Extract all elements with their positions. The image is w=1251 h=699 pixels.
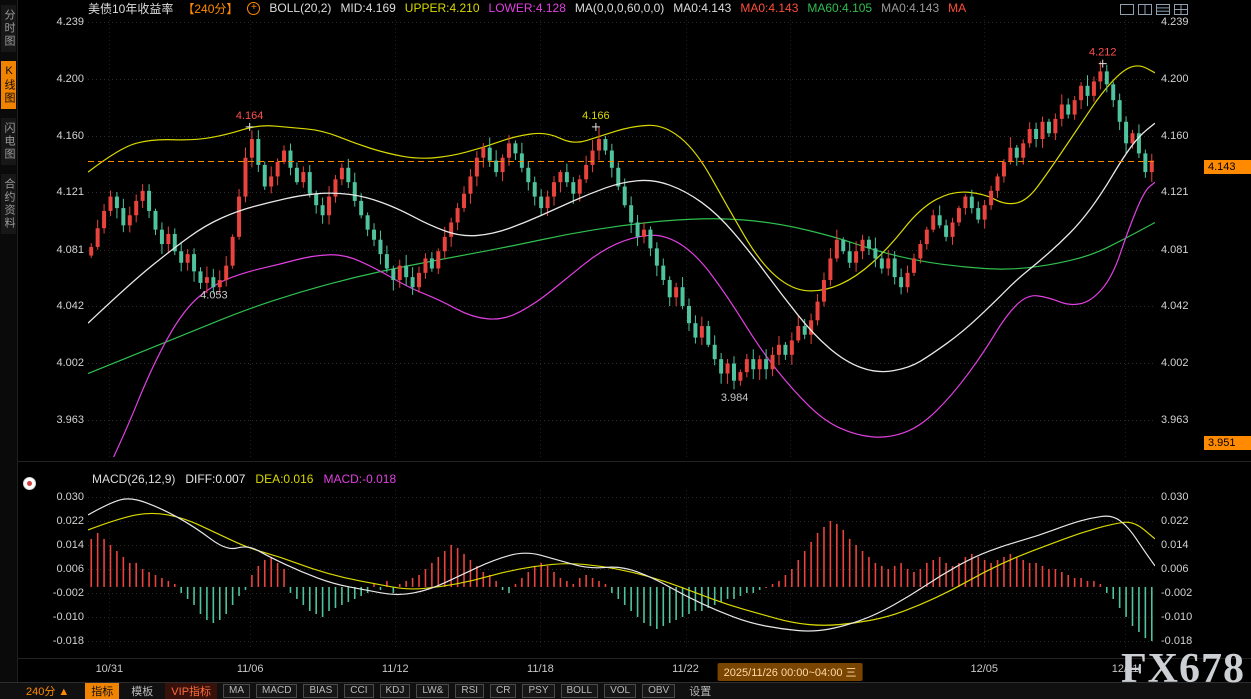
indicator-button-cr[interactable]: CR	[490, 684, 516, 698]
period-selector[interactable]: 240分 ▲	[26, 683, 69, 699]
ma60-value: MA60:4.105	[807, 1, 872, 15]
tab-vip-indicator[interactable]: VIP指标	[165, 683, 217, 699]
layout-three-row-icon[interactable]	[1156, 2, 1170, 20]
macd-tick-label: -0.002	[30, 587, 84, 599]
macd-tick-label: -0.010	[30, 611, 84, 623]
price-tick-label: 4.239	[30, 16, 84, 28]
price-tick-label: 4.160	[1161, 130, 1189, 142]
layout-single-icon[interactable]	[1120, 2, 1134, 20]
boll-upper-value: UPPER:4.210	[405, 1, 480, 15]
price-tick-label: 4.042	[1161, 300, 1189, 312]
x-axis-label: 11/06	[237, 663, 264, 675]
macd-tick-label: 0.006	[30, 563, 84, 575]
sidebar-item-3[interactable]: 闪电图	[1, 118, 16, 165]
macd-tick-label: -0.002	[1161, 587, 1192, 599]
macd-tick-label: -0.010	[1161, 611, 1192, 623]
price-badge: 3.951	[1204, 436, 1251, 450]
price-tick-label: 3.963	[30, 414, 84, 426]
price-tick-label: 4.081	[1161, 244, 1189, 256]
add-indicator-icon[interactable]: +	[247, 2, 260, 15]
price-tick-label: 4.042	[30, 300, 84, 312]
macd-tick-label: 0.030	[1161, 491, 1189, 503]
axis-divider	[0, 658, 1251, 659]
indicator-button-cci[interactable]: CCI	[344, 684, 373, 698]
panel-divider	[0, 461, 1251, 462]
top-legend-bar: 美债10年收益率【240分】 + BOLL(20,2) MID:4.169 UPPER:…	[88, 0, 966, 16]
indicator-button-boll[interactable]: BOLL	[561, 684, 599, 698]
sidebar-item-1[interactable]: 分时图	[1, 5, 16, 52]
indicator-button-vol[interactable]: VOL	[604, 684, 636, 698]
indicator-button-kdj[interactable]: KDJ	[380, 684, 411, 698]
macd-tick-label: 0.022	[1161, 515, 1189, 527]
boll-lower-value: LOWER:4.128	[489, 1, 566, 15]
price-chart-canvas[interactable]	[88, 16, 1155, 457]
price-tick-label: 4.002	[1161, 357, 1189, 369]
macd-legend: MACD(26,12,9) DIFF:0.007 DEA:0.016 MACD:-0.…	[92, 472, 396, 486]
price-tick-label: 4.121	[30, 186, 84, 198]
macd-tick-label: -0.018	[30, 635, 84, 647]
boll-params: BOLL(20,2)	[269, 1, 331, 15]
symbol-title: 美债10年收益率	[88, 0, 173, 17]
tab-template[interactable]: 模板	[125, 683, 159, 699]
macd-tick-label: 0.006	[1161, 563, 1189, 575]
ma-params: MA(0,0,0,60,0,0)	[575, 1, 664, 15]
sidebar-item-4[interactable]: 合约资料	[1, 174, 16, 234]
macd-tick-label: 0.014	[1161, 539, 1189, 551]
bottom-toolbar: 240分 ▲ 指标模板 VIP指标 MA MACD BIAS CCI KDJ LW&RSI CR P…	[0, 682, 1251, 699]
macd-params: MACD(26,12,9)	[92, 472, 175, 486]
indicator-button-ma[interactable]: MA	[223, 684, 250, 698]
chart-app: 分时图 K线图闪电图合约资料 美债10年收益率【240分】 + BOLL(20,2) M…	[0, 0, 1251, 699]
ma0-value-1: MA0:4.143	[673, 1, 731, 15]
price-tick-label: 4.200	[1161, 73, 1189, 85]
period-label: 【240分】	[182, 0, 238, 17]
tab-indicator[interactable]: 指标	[85, 683, 119, 699]
indicator-button-bias[interactable]: BIAS	[303, 684, 338, 698]
indicator-button-lw[interactable]: LW&	[416, 684, 449, 698]
settings-button[interactable]: 设置	[689, 683, 711, 699]
x-axis-label: 11/12	[382, 663, 409, 675]
indicator-button-rsi[interactable]: RSI	[455, 684, 484, 698]
price-tick-label: 4.160	[30, 130, 84, 142]
x-axis-label: 11/22	[672, 663, 699, 675]
macd-tick-label: 0.022	[30, 515, 84, 527]
macd-hist-value: MACD:-0.018	[323, 472, 396, 486]
ma0-value-3: MA0:4.143	[881, 1, 939, 15]
sidebar-item-2[interactable]: K线图	[1, 61, 16, 109]
crosshair-marker-icon[interactable]	[23, 477, 36, 490]
left-sidebar: 分时图 K线图闪电图合约资料	[0, 0, 18, 699]
x-axis-label: 11/18	[527, 663, 554, 675]
boll-mid-value: MID:4.169	[340, 1, 395, 15]
macd-dea-value: DEA:0.016	[255, 472, 313, 486]
macd-tick-label: 0.030	[30, 491, 84, 503]
x-axis-label: 12/05	[971, 663, 999, 675]
watermark: FX678	[1121, 645, 1245, 693]
crosshair-date-label: 2025/11/26 00:00~04:00 三	[718, 663, 863, 681]
x-axis-label: 10/31	[96, 663, 124, 675]
indicator-button-macd[interactable]: MACD	[256, 684, 297, 698]
price-tick-label: 4.081	[30, 244, 84, 256]
indicator-button-obv[interactable]: OBV	[642, 684, 675, 698]
price-tick-label: 3.963	[1161, 414, 1189, 426]
ma0-value-2: MA0:4.143	[740, 1, 798, 15]
price-tick-label: 4.002	[30, 357, 84, 369]
indicator-button-psy[interactable]: PSY	[522, 684, 554, 698]
macd-diff-value: DIFF:0.007	[185, 472, 245, 486]
layout-quad-icon[interactable]	[1174, 2, 1188, 20]
ma-truncated: MA	[948, 1, 966, 15]
macd-chart-canvas[interactable]	[88, 490, 1155, 650]
price-badge: 4.143	[1204, 160, 1251, 174]
price-tick-label: 4.121	[1161, 186, 1189, 198]
window-layout-icons	[1120, 2, 1188, 20]
layout-two-col-icon[interactable]	[1138, 2, 1152, 20]
macd-tick-label: 0.014	[30, 539, 84, 551]
price-tick-label: 4.200	[30, 73, 84, 85]
